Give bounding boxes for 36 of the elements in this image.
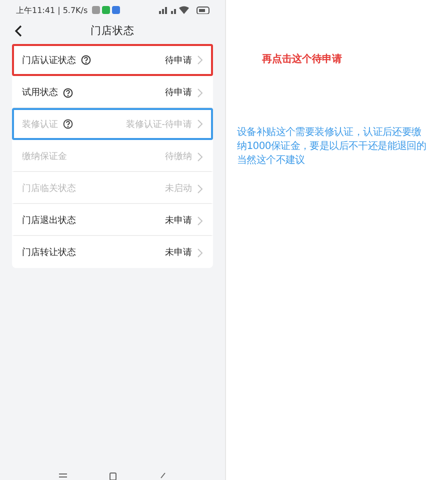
row-label: 试用状态	[22, 86, 58, 99]
status-row[interactable]: 门店认证状态 待申请	[12, 44, 213, 76]
status-row[interactable]: 门店退出状态 未申请	[12, 204, 213, 236]
row-status: 未启动	[165, 182, 192, 195]
row-status: 待申请	[165, 54, 192, 66]
chevron-icon	[197, 88, 203, 98]
row-status: 未申请	[165, 214, 192, 227]
notification-icons	[92, 6, 120, 14]
row-status: 待申请	[165, 86, 192, 99]
page-title: 门店状态	[90, 24, 136, 38]
chevron-icon	[197, 216, 203, 226]
row-status: 待缴纳	[165, 150, 192, 163]
row-status: 装修认证-待申请	[126, 118, 192, 130]
help-icon[interactable]	[81, 55, 91, 65]
system-status-icons	[159, 6, 211, 14]
chevron-icon	[197, 119, 203, 129]
chevron-icon	[197, 184, 203, 194]
back-button[interactable]	[14, 24, 24, 38]
help-icon[interactable]	[63, 88, 73, 98]
chevron-icon	[197, 152, 203, 162]
status-row[interactable]: 门店转让状态 未申请	[12, 236, 213, 268]
annotation-text: 设备补贴这个需要装修认证，认证后还要缴 纳1000保证金，要是以后不干还是能退回的 当然这个不建议	[237, 126, 426, 168]
row-label: 缴纳保证金	[22, 150, 67, 163]
row-label: 门店退出状态	[22, 214, 76, 227]
status-time: 上午11:41 | 5.7K/s	[16, 4, 88, 16]
row-label: 装修认证	[22, 118, 58, 130]
menu-icon[interactable]	[58, 472, 68, 480]
row-label: 门店认证状态	[22, 54, 76, 66]
chevron-icon	[197, 248, 203, 258]
status-row[interactable]: 试用状态 待申请	[12, 76, 213, 108]
chevron-icon	[197, 55, 203, 65]
row-status: 未申请	[165, 246, 192, 259]
home-icon[interactable]	[108, 472, 118, 480]
annotation-text: 再点击这个待申请	[262, 52, 342, 66]
row-label: 门店临关状态	[22, 182, 76, 195]
row-label: 门店转让状态	[22, 246, 76, 259]
